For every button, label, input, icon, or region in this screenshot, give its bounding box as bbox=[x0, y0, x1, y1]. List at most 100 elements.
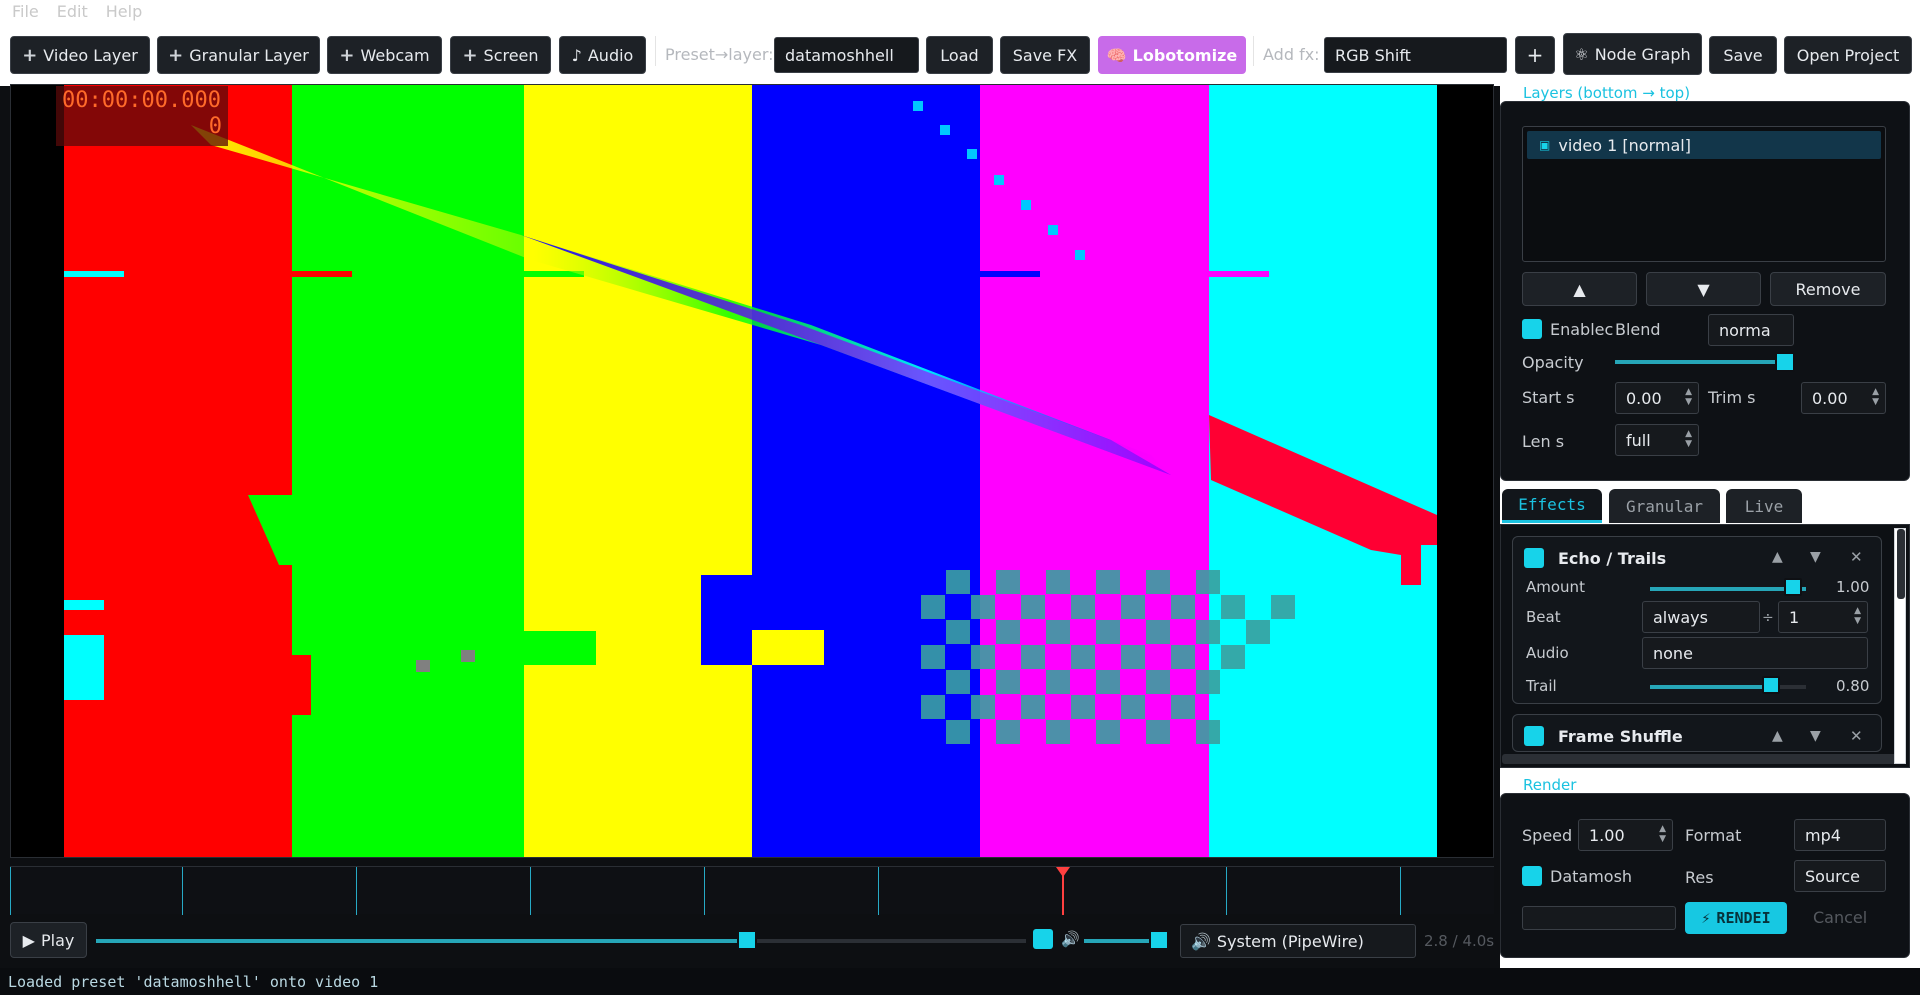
layer-enabled-checkbox[interactable] bbox=[1522, 319, 1542, 339]
echo-move-up-icon[interactable]: ▲ bbox=[1772, 549, 1783, 565]
tab-live[interactable]: Live bbox=[1726, 489, 1802, 523]
echo-enabled-checkbox[interactable] bbox=[1524, 548, 1544, 568]
seek-knob[interactable] bbox=[737, 930, 757, 950]
trim-input[interactable]: 0.00 ▲ ▼ bbox=[1801, 382, 1886, 414]
speed-input[interactable]: 1.00 ▲ ▼ bbox=[1578, 819, 1673, 851]
add-video-layer-button[interactable]: + Video Layer bbox=[10, 36, 150, 74]
format-select[interactable]: mp4 bbox=[1794, 819, 1886, 851]
load-preset-button[interactable]: Load bbox=[926, 36, 993, 74]
cancel-render-button[interactable]: Cancel bbox=[1813, 908, 1867, 927]
render-progress-bar bbox=[1522, 906, 1676, 930]
enabled-label: Enablec bbox=[1550, 320, 1614, 339]
beat-select[interactable]: always bbox=[1642, 601, 1760, 633]
plus-icon: + bbox=[462, 44, 478, 66]
video-preview[interactable] bbox=[10, 84, 1494, 858]
opacity-knob[interactable] bbox=[1775, 352, 1795, 372]
yellow-bar bbox=[524, 85, 752, 857]
frame-counter: 0 bbox=[208, 114, 222, 139]
plus-icon: + bbox=[22, 44, 38, 66]
render-button[interactable]: ⚡ RENDEI bbox=[1685, 902, 1787, 934]
add-granular-layer-button[interactable]: + Granular Layer bbox=[157, 36, 320, 74]
play-icon: ▶ bbox=[22, 930, 35, 950]
start-input[interactable]: 0.00 ▲ ▼ bbox=[1615, 382, 1699, 414]
amount-slider[interactable] bbox=[1650, 587, 1806, 591]
trail-value: 0.80 bbox=[1836, 677, 1870, 695]
effects-horizontal-scrollbar[interactable] bbox=[1502, 754, 1900, 764]
layer-up-button[interactable]: ▲ bbox=[1522, 272, 1637, 306]
atom-icon: ⚛ bbox=[1574, 44, 1589, 64]
music-note-icon: ♪ bbox=[571, 45, 582, 65]
datamosh-checkbox[interactable] bbox=[1522, 866, 1542, 886]
add-screen-button[interactable]: + Screen bbox=[450, 36, 551, 74]
trim-label: Trim s bbox=[1708, 388, 1756, 407]
add-fx-button[interactable]: + bbox=[1515, 36, 1555, 74]
add-fx-label: Add fx: bbox=[1263, 45, 1320, 64]
lightning-icon: ⚡ bbox=[1701, 909, 1711, 927]
opacity-label: Opacity bbox=[1522, 353, 1584, 372]
save-project-button[interactable]: Save bbox=[1709, 36, 1777, 74]
echo-move-down-icon[interactable]: ▼ bbox=[1810, 549, 1821, 565]
layer-list[interactable]: ▣ video 1 [normal] bbox=[1522, 126, 1886, 262]
amount-knob[interactable] bbox=[1784, 578, 1802, 596]
res-label: Res bbox=[1685, 868, 1714, 887]
layer-down-button[interactable]: ▼ bbox=[1646, 272, 1761, 306]
red-bar bbox=[64, 85, 292, 857]
tab-granular[interactable]: Granular bbox=[1609, 489, 1720, 523]
add-audio-button[interactable]: ♪ Audio bbox=[559, 36, 646, 74]
effects-vertical-scrollbar[interactable] bbox=[1894, 528, 1906, 764]
volume-knob[interactable] bbox=[1148, 930, 1169, 950]
shuffle-enabled-checkbox[interactable] bbox=[1524, 726, 1544, 746]
node-graph-button[interactable]: ⚛ Node Graph bbox=[1563, 33, 1702, 75]
preset-label: Preset→layer: bbox=[665, 45, 774, 64]
playhead[interactable] bbox=[1056, 867, 1070, 915]
shuffle-move-down-icon[interactable]: ▼ bbox=[1810, 728, 1821, 744]
menu-edit[interactable]: Edit bbox=[57, 2, 88, 21]
audio-select[interactable]: none bbox=[1642, 637, 1868, 669]
seek-slider[interactable] bbox=[96, 939, 1026, 943]
timecode: 00:00:00.000 bbox=[62, 88, 221, 113]
status-bar: Loaded preset 'datamoshhell' onto video … bbox=[0, 968, 1920, 995]
layer-item[interactable]: ▣ video 1 [normal] bbox=[1527, 131, 1881, 159]
opacity-slider[interactable] bbox=[1615, 360, 1785, 364]
timecode-overlay: 00:00:00.000 0 bbox=[56, 86, 228, 146]
len-input[interactable]: full ▲ ▼ bbox=[1615, 424, 1699, 456]
lobotomize-button[interactable]: 🧠 Lobotomize bbox=[1098, 36, 1246, 74]
len-label: Len s bbox=[1522, 432, 1565, 451]
mute-checkbox[interactable] bbox=[1033, 929, 1053, 949]
res-select[interactable]: Source bbox=[1794, 860, 1886, 892]
remove-layer-button[interactable]: Remove bbox=[1770, 272, 1886, 306]
play-button[interactable]: ▶ Play bbox=[10, 922, 87, 958]
trail-knob[interactable] bbox=[1762, 676, 1780, 694]
menu-file[interactable]: File bbox=[12, 2, 39, 21]
beat-divisor-input[interactable]: 1 ▲ ▼ bbox=[1778, 601, 1868, 633]
amount-value: 1.00 bbox=[1836, 578, 1870, 596]
audio-label: Audio bbox=[1526, 644, 1569, 662]
layers-title: Layers (bottom → top) bbox=[1523, 84, 1691, 102]
preset-select[interactable]: datamoshhell bbox=[774, 37, 919, 73]
render-title: Render bbox=[1523, 776, 1577, 794]
shuffle-move-up-icon[interactable]: ▲ bbox=[1772, 728, 1783, 744]
trail-slider[interactable] bbox=[1650, 685, 1770, 689]
add-fx-select[interactable]: RGB Shift bbox=[1324, 37, 1507, 73]
save-fx-button[interactable]: Save FX bbox=[1000, 36, 1090, 74]
shuffle-close-icon[interactable]: ✕ bbox=[1850, 727, 1863, 745]
blend-label: Blend bbox=[1615, 320, 1661, 339]
add-webcam-button[interactable]: + Webcam bbox=[327, 36, 442, 74]
time-readout: 2.8 / 4.0s bbox=[1424, 932, 1495, 950]
open-project-button[interactable]: Open Project bbox=[1784, 36, 1912, 74]
audio-device-select[interactable]: 🔊 System (PipeWire) bbox=[1180, 924, 1416, 958]
brain-icon: 🧠 bbox=[1106, 45, 1127, 65]
layer-icon: ▣ bbox=[1539, 138, 1551, 152]
tab-effects[interactable]: Effects bbox=[1502, 489, 1602, 523]
speaker-icon: 🔊 bbox=[1061, 930, 1080, 948]
green-bar bbox=[292, 85, 524, 857]
speed-label: Speed bbox=[1522, 826, 1573, 845]
video-frame bbox=[11, 85, 1493, 857]
trail-label: Trail bbox=[1526, 677, 1557, 695]
plus-icon: + bbox=[339, 44, 355, 66]
shuffle-title: Frame Shuffle bbox=[1558, 727, 1683, 746]
timeline[interactable] bbox=[10, 866, 1494, 915]
menu-help[interactable]: Help bbox=[106, 2, 142, 21]
blend-select[interactable]: norma bbox=[1708, 314, 1794, 346]
echo-close-icon[interactable]: ✕ bbox=[1850, 548, 1863, 566]
